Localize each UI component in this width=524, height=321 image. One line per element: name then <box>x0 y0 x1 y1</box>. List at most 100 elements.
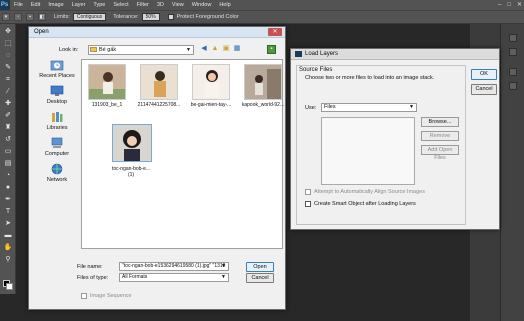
new-selection-icon[interactable]: ▫ <box>14 13 22 21</box>
menu-view[interactable]: View <box>168 0 188 10</box>
open-dialog-title: Open <box>34 29 49 35</box>
network-icon <box>51 163 63 175</box>
limits-label: Limits: <box>54 14 70 20</box>
blur-tool-icon[interactable]: ◔ <box>3 172 13 180</box>
load-layers-titlebar[interactable]: Load Layers <box>291 49 499 60</box>
file-name-input[interactable]: "toc-ngan-bob-e1536294619580 (1).jpg" "1… <box>119 262 229 271</box>
dodge-tool-icon[interactable]: ● <box>3 184 13 192</box>
menu-layer[interactable]: Layer <box>68 0 90 10</box>
place-computer[interactable]: Computer <box>35 137 79 157</box>
hand-tool-icon[interactable]: ✋ <box>3 244 13 252</box>
protect-foreground-label: Protect Foreground Color <box>176 14 239 20</box>
remove-button[interactable]: Remove <box>421 131 459 141</box>
marquee-tool-icon[interactable]: ⬚ <box>3 40 13 48</box>
menu-help[interactable]: Help <box>215 0 234 10</box>
back-icon[interactable]: ◀ <box>200 45 208 53</box>
up-folder-icon[interactable]: ▲ <box>211 45 219 53</box>
add-selection-icon[interactable]: ▪ <box>26 13 34 21</box>
background-color-swatch[interactable] <box>6 283 13 290</box>
file-thumbnail[interactable] <box>244 64 282 100</box>
source-file-list[interactable] <box>321 117 415 185</box>
zoom-tool-icon[interactable]: ⚲ <box>3 256 13 264</box>
place-label: Desktop <box>46 99 68 105</box>
pen-tool-icon[interactable]: ✒ <box>3 196 13 204</box>
type-tool-icon[interactable]: T <box>3 208 13 216</box>
photoshop-icon <box>295 51 302 57</box>
cancel-button[interactable]: Cancel <box>246 273 274 283</box>
browse-button[interactable]: Browse... <box>421 117 459 127</box>
use-select[interactable]: Files ▼ <box>321 103 417 112</box>
use-label: Use: <box>305 105 317 111</box>
load-layers-dialog: Load Layers Source Files Choose two or m… <box>290 48 500 230</box>
menu-window[interactable]: Window <box>188 0 216 10</box>
tool-preset-icon[interactable]: ▾ <box>2 13 10 21</box>
channels-panel-icon[interactable] <box>509 82 517 90</box>
file-thumbnail[interactable] <box>192 64 230 100</box>
place-recent-places[interactable]: Recent Places <box>35 59 79 79</box>
chevron-down-icon: ▼ <box>221 263 226 269</box>
view-menu-icon[interactable]: ▦ <box>233 45 241 53</box>
menu-file[interactable]: File <box>10 0 27 10</box>
auto-align-checkbox[interactable] <box>305 189 311 195</box>
smart-object-checkbox[interactable] <box>305 201 311 207</box>
image-sequence-label: Image Sequence <box>90 293 132 299</box>
smart-object-label: Create Smart Object after Loading Layers <box>314 201 416 207</box>
file-thumbnail[interactable] <box>88 64 126 100</box>
place-libraries[interactable]: Libraries <box>35 111 79 131</box>
shape-tool-icon[interactable]: ▬ <box>3 232 13 240</box>
new-folder-icon[interactable]: ▣ <box>222 45 230 53</box>
preview-pane-icon[interactable]: ▪ <box>267 45 276 54</box>
protect-foreground-checkbox[interactable] <box>167 14 174 20</box>
crop-tool-icon[interactable]: ⌗ <box>3 76 13 84</box>
history-panel-icon[interactable] <box>509 34 517 42</box>
quick-select-tool-icon[interactable]: ✎ <box>3 64 13 72</box>
file-type-label: Files of type: <box>77 275 109 281</box>
menu-3d[interactable]: 3D <box>153 0 168 10</box>
brush-tool-icon[interactable]: ✐ <box>3 112 13 120</box>
tolerance-input[interactable]: 50% <box>141 13 160 21</box>
look-in-select[interactable]: Bé gấk ▼ <box>88 45 194 55</box>
eyedropper-tool-icon[interactable]: ⁄ <box>3 88 13 96</box>
image-sequence-option: Image Sequence <box>81 293 132 299</box>
file-name-label: kapook_world-92... <box>241 102 285 108</box>
auto-align-option: Attempt to Automatically Align Source Im… <box>305 189 425 195</box>
menu-image[interactable]: Image <box>44 0 67 10</box>
lasso-tool-icon[interactable]: ◌ <box>3 52 13 60</box>
load-cancel-button[interactable]: Cancel <box>471 84 497 95</box>
menu-edit[interactable]: Edit <box>27 0 44 10</box>
subtract-selection-icon[interactable]: ◧ <box>38 13 46 21</box>
places-bar: Recent Places Desktop Libraries Computer… <box>35 59 79 249</box>
file-name-value: "toc-ngan-bob-e1536294619580 (1).jpg" "1… <box>122 263 226 269</box>
move-tool-icon[interactable]: ✥ <box>3 28 13 36</box>
close-app-button[interactable]: ✕ <box>517 0 522 10</box>
layers-panel-icon[interactable] <box>509 68 517 76</box>
limits-select[interactable]: Contiguous <box>72 13 107 21</box>
add-open-files-button[interactable]: Add Open Files <box>421 145 459 161</box>
eraser-tool-icon[interactable]: ▭ <box>3 148 13 156</box>
stamp-tool-icon[interactable]: ♜ <box>3 124 13 132</box>
gradient-tool-icon[interactable]: ▤ <box>3 160 13 168</box>
history-brush-tool-icon[interactable]: ↺ <box>3 136 13 144</box>
open-dialog-titlebar[interactable]: Open ✕ <box>29 27 285 38</box>
close-icon[interactable]: ✕ <box>268 28 282 36</box>
open-dialog: Open ✕ Look in: Bé gấk ▼ ◀ ▲ ▣ ▦ ▪ Recen… <box>28 26 286 310</box>
file-thumbnail[interactable] <box>140 64 178 100</box>
menu-select[interactable]: Select <box>109 0 132 10</box>
image-sequence-checkbox[interactable] <box>81 293 87 299</box>
menu-type[interactable]: Type <box>89 0 109 10</box>
properties-panel-icon[interactable] <box>509 48 517 56</box>
file-thumbnail-selected[interactable] <box>112 124 152 162</box>
place-network[interactable]: Network <box>35 163 79 183</box>
place-desktop[interactable]: Desktop <box>35 85 79 105</box>
ok-button[interactable]: OK <box>471 69 497 80</box>
photoshop-logo: Ps <box>0 0 10 10</box>
maximize-button[interactable]: □ <box>507 0 511 10</box>
minimize-button[interactable]: – <box>498 0 501 10</box>
file-list-view[interactable]: 131903_be_1 211474412257​08... be-gai-mi… <box>81 59 284 249</box>
file-type-select[interactable]: All Formats ▼ <box>119 273 229 282</box>
path-select-tool-icon[interactable]: ➤ <box>3 220 13 228</box>
menu-filter[interactable]: Filter <box>133 0 153 10</box>
healing-tool-icon[interactable]: ✚ <box>3 100 13 108</box>
libraries-icon <box>52 112 63 122</box>
open-button[interactable]: Open <box>246 262 274 272</box>
